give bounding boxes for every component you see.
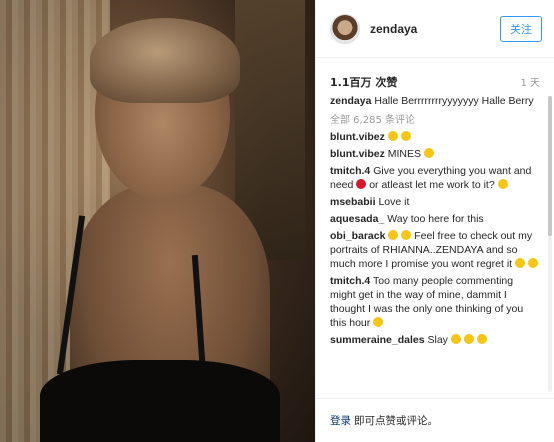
comment-text: MINES	[387, 148, 422, 160]
list-item: blunt.vibez MINES	[330, 147, 540, 161]
comment-user[interactable]: summeraine_dales	[330, 334, 425, 346]
list-item: msebabii Love it	[330, 195, 540, 209]
photo-subject-hair	[90, 18, 240, 103]
post-photo[interactable]	[0, 0, 315, 442]
emoji-icon	[373, 317, 384, 327]
comment-text: Love it	[378, 196, 410, 208]
comments-list[interactable]: zendaya Halle Berrrrrrrryyyyyyy Halle Be…	[316, 94, 554, 398]
comment-text-2: or atleast let me work to it?	[369, 179, 495, 191]
comment-user[interactable]: aquesada_	[330, 213, 384, 225]
comment-user[interactable]: obi_barack	[330, 230, 385, 242]
emoji-icon	[476, 334, 487, 344]
comment-text: Slay	[427, 334, 448, 346]
heart-emoji-icon	[356, 179, 367, 189]
comment-user[interactable]: blunt.vibez	[330, 131, 385, 143]
list-item: aquesada_ Way too here for this	[330, 212, 540, 226]
emoji-icon	[388, 230, 399, 240]
comment-user[interactable]: tmitch.4	[330, 275, 370, 287]
post-meta: 1.1百万 次赞 1 天	[316, 58, 554, 98]
view-all-comments-link[interactable]: 全部 6,285 条评论	[330, 111, 540, 126]
emoji-icon	[463, 334, 474, 344]
comment-user[interactable]: blunt.vibez	[330, 148, 385, 160]
post-header: zendaya 关注	[316, 0, 554, 58]
comment-text: Way too here for this	[387, 213, 484, 225]
emoji-icon	[527, 258, 538, 268]
caption: zendaya Halle Berrrrrrrryyyyyyy Halle Be…	[330, 94, 540, 108]
photo-top	[40, 360, 280, 442]
list-item: obi_barack Feel free to check out my por…	[330, 229, 540, 271]
scrollbar-thumb[interactable]	[548, 96, 552, 236]
emoji-icon	[387, 131, 398, 141]
comment-user[interactable]: msebabii	[330, 196, 376, 208]
emoji-icon	[423, 148, 434, 158]
follow-button[interactable]: 关注	[500, 15, 542, 42]
list-item: summeraine_dales Slay	[330, 333, 540, 347]
emoji-icon	[400, 131, 411, 141]
caption-text: Halle Berrrrrrrryyyyyyy Halle Berry	[374, 95, 534, 107]
list-item: tmitch.4 Too many people commenting migh…	[330, 274, 540, 330]
list-item: blunt.vibez	[330, 130, 540, 144]
emoji-icon	[515, 258, 525, 268]
emoji-icon	[401, 230, 412, 240]
likes-count[interactable]: 1.1百万 次赞	[330, 74, 397, 90]
login-prompt-text: 即可点赞或评论。	[354, 415, 438, 427]
post-sidebar: zendaya 关注 1.1百万 次赞 1 天 zendaya Halle Be…	[315, 0, 554, 442]
emoji-icon	[497, 179, 508, 189]
avatar[interactable]	[330, 13, 360, 44]
list-item: tmitch.4 Give you everything you want an…	[330, 164, 540, 192]
username-link[interactable]: zendaya	[370, 22, 500, 36]
emoji-icon	[450, 334, 461, 344]
login-link[interactable]: 登录	[330, 413, 351, 428]
comments-scrollbar[interactable]	[548, 96, 552, 392]
caption-user[interactable]: zendaya	[330, 95, 371, 107]
login-footer: 登录 即可点赞或评论。	[316, 398, 554, 442]
comment-user[interactable]: tmitch.4	[330, 165, 370, 177]
post-time[interactable]: 1 天	[520, 74, 540, 90]
